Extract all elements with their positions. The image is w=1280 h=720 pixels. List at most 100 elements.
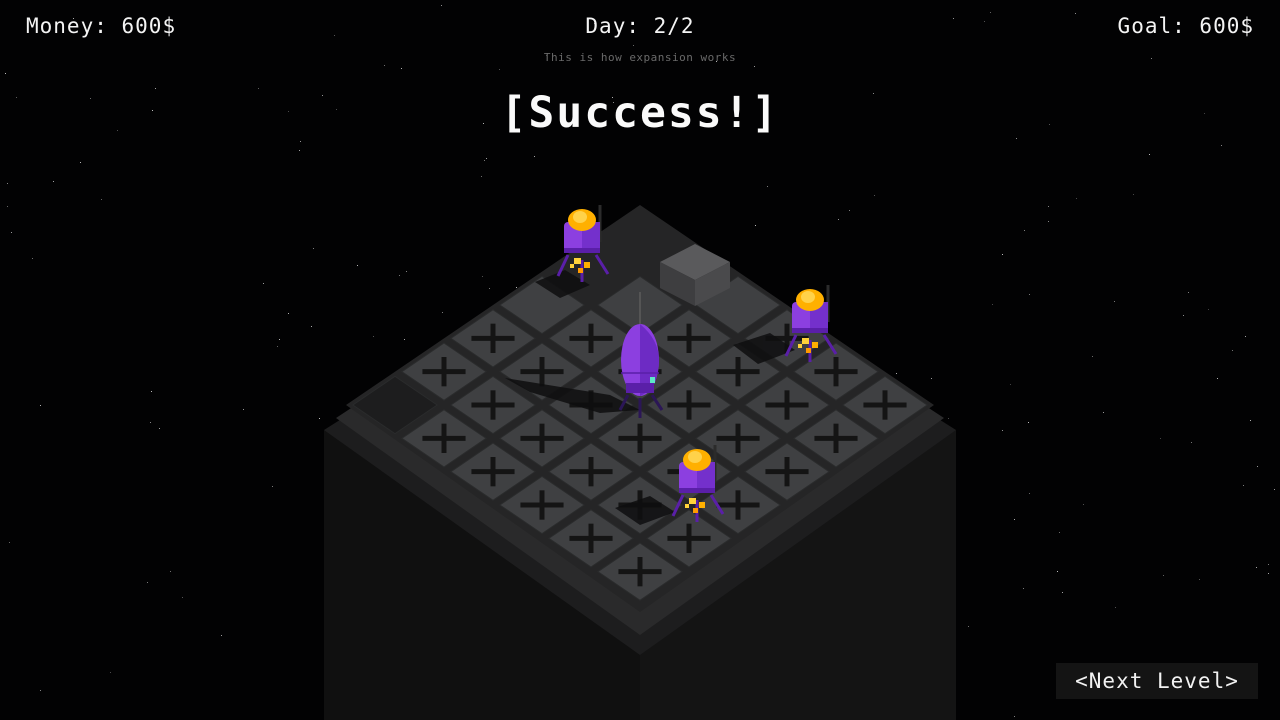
- star: [1062, 592, 1063, 593]
- goal-label: Goal:: [1117, 14, 1186, 38]
- star: [299, 150, 300, 151]
- star: [170, 571, 171, 572]
- star: [401, 68, 402, 69]
- star: [40, 405, 41, 406]
- star: [874, 195, 875, 196]
- star: [243, 409, 244, 410]
- star: [849, 210, 850, 211]
- star: [182, 597, 183, 598]
- game-viewport: Money: 600$ Day: 2/2 Goal: 600$ This is …: [0, 0, 1280, 720]
- star: [1268, 573, 1269, 574]
- star: [1059, 532, 1060, 533]
- star: [404, 339, 405, 340]
- star: [1221, 145, 1222, 146]
- star: [1029, 493, 1030, 494]
- star: [9, 542, 10, 543]
- star: [1048, 206, 1049, 207]
- star: [1133, 194, 1134, 195]
- star: [1083, 504, 1084, 505]
- star: [441, 5, 442, 6]
- star: [1191, 442, 1192, 443]
- star: [1199, 579, 1200, 580]
- star: [384, 65, 385, 66]
- star: [1160, 438, 1161, 439]
- star: [110, 672, 111, 673]
- star: [1092, 356, 1093, 357]
- star: [7, 183, 8, 184]
- star: [1274, 489, 1275, 490]
- star: [948, 418, 949, 419]
- star: [489, 288, 490, 289]
- star: [1243, 485, 1244, 486]
- star: [990, 12, 991, 13]
- star: [150, 422, 151, 423]
- star: [406, 271, 407, 272]
- star: [1149, 154, 1150, 155]
- star: [1023, 588, 1024, 589]
- day-label: Day:: [585, 14, 640, 38]
- star: [486, 158, 487, 159]
- star: [1114, 301, 1115, 302]
- star: [1208, 309, 1209, 310]
- star: [5, 73, 6, 74]
- star: [968, 626, 969, 627]
- star: [1183, 315, 1184, 316]
- star: [151, 391, 152, 392]
- star: [516, 287, 517, 288]
- star: [1057, 571, 1058, 572]
- star: [279, 339, 280, 340]
- star: [1188, 292, 1189, 293]
- star: [1024, 230, 1025, 231]
- star: [896, 373, 897, 374]
- star: [442, 312, 443, 313]
- goal-display: Goal: 600$: [1118, 14, 1254, 38]
- star: [53, 181, 54, 182]
- star: [1010, 384, 1011, 385]
- star: [288, 313, 289, 314]
- star: [1232, 350, 1233, 351]
- star: [482, 276, 483, 277]
- star: [534, 156, 535, 157]
- star: [1016, 138, 1017, 139]
- goal-value: 600$: [1199, 14, 1254, 38]
- star: [1002, 430, 1003, 431]
- star: [7, 206, 8, 207]
- star: [992, 304, 993, 305]
- star: [80, 162, 81, 163]
- star: [1217, 378, 1218, 379]
- star: [1115, 607, 1116, 608]
- level-hint-text: This is how expansion works: [543, 51, 737, 64]
- star: [755, 225, 756, 226]
- star: [1014, 716, 1015, 717]
- star: [1256, 567, 1257, 568]
- star: [767, 186, 768, 187]
- star: [101, 199, 102, 200]
- day-display: Day: 2/2: [0, 14, 1280, 38]
- star: [311, 326, 312, 327]
- star: [1014, 519, 1015, 520]
- star: [754, 66, 755, 67]
- next-level-button[interactable]: <Next Level>: [1056, 663, 1258, 699]
- star: [1076, 198, 1077, 199]
- star: [633, 45, 634, 46]
- star: [838, 219, 839, 220]
- star: [1250, 420, 1251, 421]
- star: [272, 486, 273, 487]
- star: [1028, 422, 1029, 423]
- star: [319, 418, 320, 419]
- star: [11, 232, 12, 233]
- star: [399, 275, 400, 276]
- star: [373, 336, 374, 337]
- star: [499, 69, 500, 70]
- star: [481, 176, 482, 177]
- star: [32, 258, 33, 259]
- star: [1163, 575, 1164, 576]
- star: [357, 265, 358, 266]
- success-banner: [Success!]: [500, 88, 780, 138]
- star: [159, 428, 160, 429]
- star: [1103, 412, 1104, 413]
- star: [300, 141, 301, 142]
- star: [221, 635, 222, 636]
- star: [1029, 294, 1030, 295]
- star: [40, 690, 41, 691]
